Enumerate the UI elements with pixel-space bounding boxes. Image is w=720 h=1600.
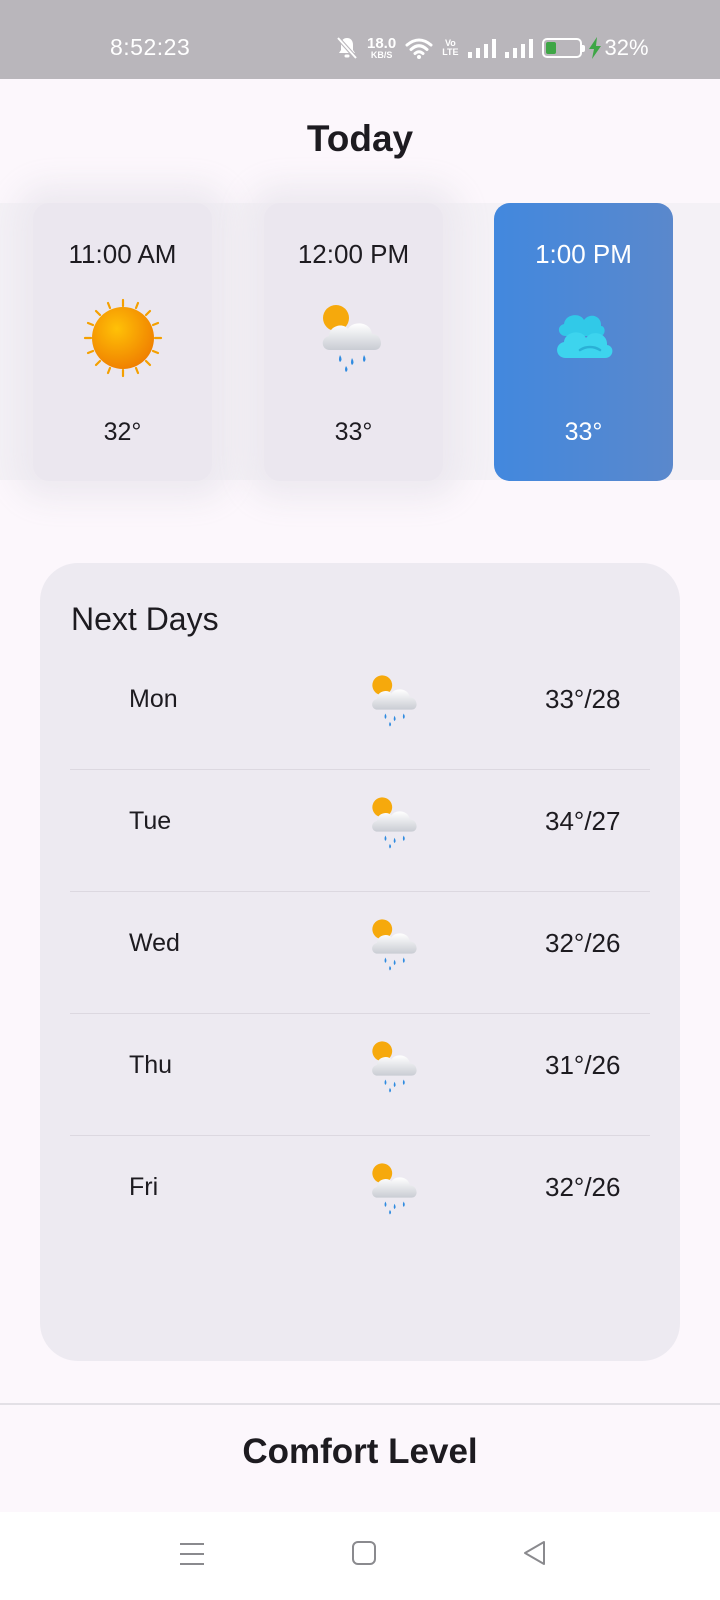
sun-rain-cloud-icon <box>367 792 425 855</box>
mute-bell-icon <box>336 36 358 60</box>
day-temp: 32°/26 <box>545 1172 621 1202</box>
sun-icon <box>83 298 163 383</box>
day-row[interactable]: Thu 31°/26 <box>70 1014 650 1136</box>
system-nav-bar <box>0 1512 720 1600</box>
day-row[interactable]: Mon 33°/28 <box>70 648 650 770</box>
wifi-icon <box>405 37 433 59</box>
menu-icon[interactable] <box>178 1540 206 1573</box>
back-icon[interactable] <box>522 1540 548 1571</box>
status-bar: 8:52:23 18.0 KB/S Vo LTE 32% <box>0 0 720 79</box>
day-row[interactable]: Fri 32°/26 <box>70 1136 650 1258</box>
battery-indicator: 32% <box>541 35 649 61</box>
status-icons: 18.0 KB/S Vo LTE 32% <box>336 34 649 62</box>
sun-rain-cloud-icon <box>367 1158 425 1221</box>
day-temp: 31°/26 <box>545 1050 621 1080</box>
day-name: Fri <box>129 1173 159 1201</box>
next-days-card: Next Days Mon 33°/28 Tue 34°/27 Wed 32°/… <box>40 563 680 1361</box>
sun-rain-cloud-icon <box>367 1036 425 1099</box>
day-name: Mon <box>129 685 178 713</box>
day-temp: 33°/28 <box>545 684 621 714</box>
hour-card[interactable]: 12:00 PM 33° <box>264 203 443 481</box>
day-name: Wed <box>129 929 180 957</box>
day-name: Tue <box>129 807 172 835</box>
hour-temp: 33° <box>564 418 603 446</box>
page-title: Today <box>306 118 414 159</box>
home-icon[interactable] <box>351 1540 377 1571</box>
day-row[interactable]: Tue 34°/27 <box>70 770 650 892</box>
cloud-icon <box>544 298 624 383</box>
signal-icon <box>467 38 496 58</box>
day-temp: 34°/27 <box>545 806 621 836</box>
day-row[interactable]: Wed 32°/26 <box>70 892 650 1014</box>
hour-card-selected[interactable]: 1:00 PM 33° <box>494 203 673 481</box>
battery-icon <box>541 38 585 58</box>
status-time: 8:52:23 <box>110 34 191 60</box>
day-name: Thu <box>129 1051 173 1079</box>
hour-time: 1:00 PM <box>535 239 632 269</box>
hour-card[interactable]: 11:00 AM 32° <box>33 203 212 481</box>
signal-icon <box>504 38 533 58</box>
day-temp: 32°/26 <box>545 928 621 958</box>
hour-temp: 32° <box>103 418 142 446</box>
section-divider <box>0 1403 720 1405</box>
volte-indicator: Vo LTE <box>442 37 459 57</box>
sun-rain-cloud-icon <box>367 670 425 733</box>
hour-temp: 33° <box>334 418 373 446</box>
next-days-title: Next Days <box>71 601 219 637</box>
comfort-level-title: Comfort Level <box>242 1432 478 1471</box>
sun-rain-cloud-icon <box>367 914 425 977</box>
hour-time: 12:00 PM <box>297 239 410 269</box>
net-speed: 18.0 KB/S <box>367 35 397 60</box>
battery-percent: 32% <box>604 35 649 60</box>
charging-bolt-icon <box>588 37 601 59</box>
hour-time: 11:00 AM <box>68 239 177 269</box>
battery-fill <box>545 42 556 54</box>
sun-rain-cloud-icon <box>316 298 392 379</box>
